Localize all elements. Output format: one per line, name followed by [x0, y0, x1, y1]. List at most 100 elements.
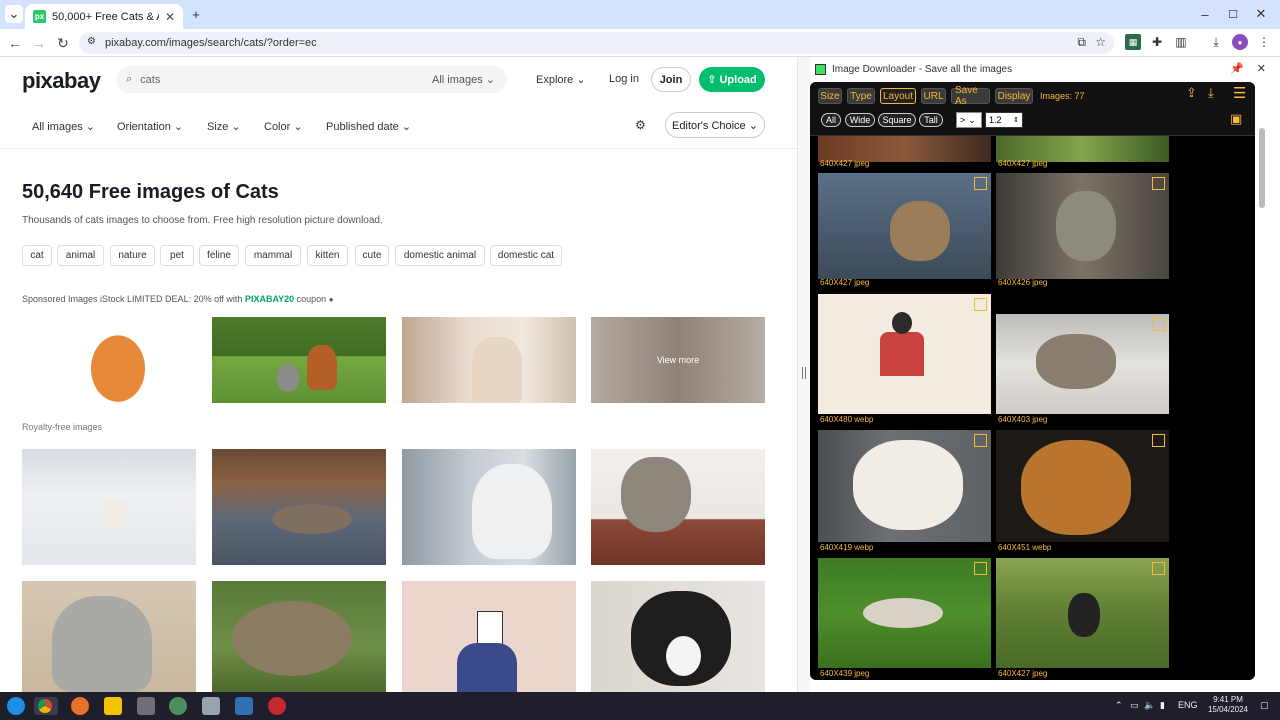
close-tab-icon[interactable]: ✕ — [165, 10, 175, 24]
sponsored-image-orange-cat[interactable] — [76, 317, 160, 403]
search-scope-dropdown[interactable]: All images ⌄ — [432, 73, 495, 86]
reload-icon[interactable]: ↻ — [53, 33, 73, 53]
scrollbar-thumb[interactable] — [1259, 128, 1265, 208]
image-kitten-on-grass[interactable] — [212, 581, 386, 692]
open-link-icon[interactable] — [974, 298, 987, 311]
extensions-puzzle-icon[interactable]: ✚ — [1149, 34, 1165, 50]
size-button[interactable]: Size — [818, 88, 842, 104]
sponsored-image-woman-with-cats[interactable] — [402, 317, 576, 403]
filter-all[interactable]: All — [821, 113, 841, 127]
forward-icon[interactable]: → — [29, 33, 49, 53]
profile-avatar[interactable]: ● — [1232, 34, 1248, 50]
open-link-icon[interactable] — [1152, 318, 1165, 331]
save-disk-icon[interactable]: ▣ — [1230, 111, 1242, 127]
side-panel-resize-handle[interactable] — [797, 57, 810, 692]
open-link-icon[interactable] — [1152, 562, 1165, 575]
settings-gear-icon[interactable]: ⚙ — [635, 118, 646, 132]
type-button[interactable]: Type — [847, 88, 875, 104]
tag-chip[interactable]: domestic animal — [395, 245, 485, 266]
image-black-white-cat[interactable] — [591, 581, 765, 692]
extension-icon[interactable]: ▦ — [1125, 34, 1141, 50]
pin-icon[interactable]: 📌 — [1230, 62, 1244, 75]
chrome-icon[interactable] — [34, 697, 58, 715]
tag-chip[interactable]: domestic cat — [490, 245, 562, 266]
address-bar[interactable]: ⚙ pixabay.com/images/search/cats/?order=… — [79, 32, 1114, 54]
install-app-icon[interactable]: ⧉ — [1077, 35, 1086, 50]
display-button[interactable]: Display — [995, 88, 1033, 104]
thumbnail[interactable]: 640X403 jpeg — [996, 314, 1169, 426]
ratio-stepper[interactable]: 1.2 ⇕ — [985, 112, 1023, 128]
save-as-button[interactable]: Save As — [951, 85, 990, 107]
file-explorer-icon[interactable] — [104, 697, 122, 715]
edge-icon[interactable] — [7, 697, 25, 715]
download-selected-icon[interactable]: ⤓ — [1208, 85, 1214, 101]
thumbnail[interactable]: 640X427 jpeg — [818, 173, 991, 289]
hamburger-menu-icon[interactable]: ☰ — [1233, 84, 1246, 102]
back-icon[interactable]: ← — [5, 33, 25, 53]
tag-chip[interactable]: nature — [110, 245, 155, 266]
thumbnail[interactable]: 640X451 webp — [996, 430, 1169, 554]
thumbnail[interactable]: 640X427 jpeg — [996, 558, 1169, 680]
url-button[interactable]: URL — [921, 88, 946, 104]
app-icon[interactable] — [202, 697, 220, 715]
explore-menu[interactable]: Explore ⌄ — [536, 73, 586, 86]
app-icon[interactable] — [235, 697, 253, 715]
thumbnail[interactable]: 640X480 webp — [818, 294, 991, 426]
tag-chip[interactable]: cat — [22, 245, 52, 266]
thumbnail[interactable]: 640X419 webp — [818, 430, 991, 554]
view-more-label[interactable]: View more — [591, 355, 765, 365]
menu-kebab-icon[interactable]: ⋮ — [1256, 34, 1272, 50]
filter-tall[interactable]: Tall — [919, 113, 943, 127]
filter-orientation[interactable]: Orientation ⌄ — [117, 120, 183, 133]
app-icon[interactable] — [268, 697, 286, 715]
battery-icon[interactable]: ▮ — [1160, 700, 1165, 711]
filter-all-images[interactable]: All images ⌄ — [32, 120, 95, 133]
tab-search-icon[interactable]: ⌄ — [5, 5, 23, 23]
thumbnail[interactable]: 640X426 jpeg — [996, 173, 1169, 289]
image-white-cat-flowers[interactable] — [402, 449, 576, 565]
upload-button[interactable]: ⇧ Upload — [699, 67, 765, 92]
site-info-icon[interactable]: ⚙ — [87, 36, 96, 47]
firefox-icon[interactable] — [71, 697, 89, 715]
search-input[interactable]: ⌕ cats All images ⌄ — [116, 66, 507, 93]
image-illustration-woman-cat[interactable] — [402, 581, 576, 692]
open-link-icon[interactable] — [974, 562, 987, 575]
image-sleeping-cat[interactable] — [212, 449, 386, 565]
tag-chip[interactable]: kitten — [307, 245, 348, 266]
downloads-icon[interactable]: ⤓ — [1208, 34, 1224, 50]
pixabay-logo[interactable]: pixabay — [22, 68, 101, 94]
tray-chevron-icon[interactable]: ⌃ — [1115, 700, 1123, 711]
image-tabby-on-cushion[interactable] — [591, 449, 765, 565]
filter-published-date[interactable]: Published date ⌄ — [326, 120, 411, 133]
sponsored-image-view-more[interactable]: View more — [591, 317, 765, 403]
compare-select[interactable]: > ⌄ — [956, 112, 982, 128]
download-all-icon[interactable]: ⇪ — [1186, 85, 1197, 101]
coupon-code[interactable]: PIXABAY20 — [245, 294, 294, 304]
app-icon[interactable] — [169, 697, 187, 715]
open-link-icon[interactable] — [974, 177, 987, 190]
tag-chip[interactable]: cute — [355, 245, 389, 266]
language-indicator[interactable]: ENG — [1178, 700, 1198, 710]
clock[interactable]: 9:41 PM 15/04/2024 — [1205, 695, 1251, 715]
tag-chip[interactable]: animal — [57, 245, 104, 266]
tag-chip[interactable]: mammal — [245, 245, 301, 266]
editors-choice-dropdown[interactable]: Editor's Choice ⌄ — [665, 112, 765, 138]
image-grey-cat-portrait[interactable] — [22, 581, 196, 692]
image-cat-in-snow[interactable] — [22, 449, 196, 565]
filter-wide[interactable]: Wide — [845, 113, 875, 127]
side-panel-scrollbar[interactable] — [1258, 120, 1266, 680]
layout-button[interactable]: Layout — [880, 88, 916, 104]
volume-icon[interactable]: 🔈 — [1144, 700, 1155, 711]
browser-tab[interactable]: px 50,000+ Free Cats & Animal Im... ✕ — [25, 4, 183, 29]
sponsored-image-dog-and-cat[interactable] — [212, 317, 386, 403]
maximize-icon[interactable]: ☐ — [1224, 5, 1242, 23]
side-panel-icon[interactable]: ▥ — [1173, 34, 1189, 50]
filter-size[interactable]: Size ⌄ — [207, 120, 241, 133]
join-button[interactable]: Join — [651, 67, 691, 92]
bookmark-star-icon[interactable]: ☆ — [1095, 35, 1106, 49]
login-link[interactable]: Log in — [609, 73, 639, 85]
close-side-panel-icon[interactable]: ✕ — [1257, 62, 1266, 75]
thumbnail[interactable]: 640X427 jpeg — [818, 136, 991, 170]
calculator-icon[interactable] — [137, 697, 155, 715]
tag-chip[interactable]: feline — [199, 245, 239, 266]
